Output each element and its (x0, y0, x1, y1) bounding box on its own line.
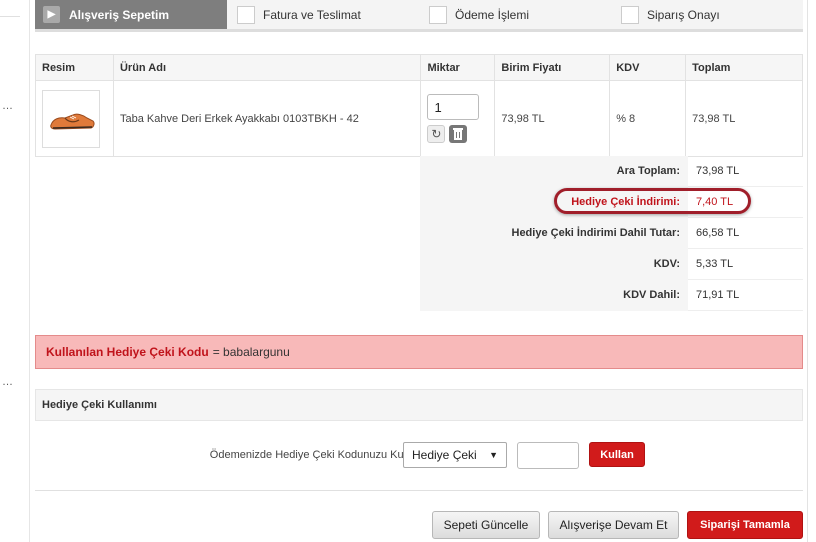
cart-table: Resim Ürün Adı Miktar Birim Fiyatı KDV T… (35, 54, 803, 157)
refresh-icon[interactable]: ↻ (427, 125, 446, 143)
step-billing-label: Fatura ve Teslimat (263, 7, 361, 22)
right-border (807, 0, 808, 542)
product-thumbnail[interactable] (42, 89, 100, 148)
product-name[interactable]: Taba Kahve Deri Erkek Ayakkabı 0103TBKH … (112, 80, 422, 157)
continue-shopping-button[interactable]: Alışverişe Devam Et (548, 511, 679, 539)
apply-gift-button[interactable]: Kullan (589, 442, 645, 467)
checkout-steps: ▶ Alışveriş Sepetim Fatura ve Teslimat Ö… (35, 0, 803, 32)
step-checkbox (237, 5, 255, 24)
alert-text: = babalargunu (212, 345, 290, 359)
gift-code-input[interactable] (517, 442, 579, 469)
col-image: Resim (35, 54, 114, 81)
left-gutter: … … (0, 0, 30, 542)
summary-grand-total: KDV Dahil: 71,91 TL (420, 279, 803, 311)
chevron-right-icon: ▶ (43, 6, 60, 23)
step-cart-label: Alışveriş Sepetim (69, 7, 170, 22)
product-image-cell (35, 80, 114, 157)
step-confirm[interactable]: Siparış Onayı (621, 0, 720, 29)
col-product: Ürün Adı (112, 54, 422, 81)
gift-code-alert: Kullanılan Hediye Çeki Kodu = babalargun… (35, 335, 803, 369)
summary-label: Ara Toplam: (420, 155, 688, 187)
update-cart-button[interactable]: Sepeti Güncelle (432, 511, 540, 539)
shoe-icon (50, 113, 95, 130)
summary-label: Hediye Çeki İndirimi Dahil Tutar: (420, 217, 688, 249)
gutter-line (0, 16, 20, 17)
col-quantity: Miktar (420, 54, 496, 81)
alert-keyword: Kullanılan Hediye Çeki Kodu (46, 345, 209, 359)
step-billing[interactable]: Fatura ve Teslimat (237, 0, 361, 29)
unit-price: 73,98 TL (494, 80, 611, 157)
col-total: Toplam (685, 54, 803, 81)
summary-label: KDV: (420, 248, 688, 280)
step-cart[interactable]: ▶ Alışveriş Sepetim (35, 0, 227, 29)
gift-type-value: Hediye Çeki (412, 448, 477, 462)
summary-discounted-total: Hediye Çeki İndirimi Dahil Tutar: 66,58 … (420, 217, 803, 249)
highlight-oval (554, 188, 751, 214)
order-summary: Ara Toplam: 73,98 TL Hediye Çeki İndirim… (420, 155, 803, 311)
divider (35, 490, 803, 491)
quantity-cell: ↻ (420, 80, 496, 157)
summary-value: 71,91 TL (688, 280, 803, 311)
summary-value: 73,98 TL (688, 156, 803, 187)
cart-header-row: Resim Ürün Adı Miktar Birim Fiyatı KDV T… (35, 54, 803, 81)
vat-rate: % 8 (609, 80, 687, 157)
step-checkbox (621, 5, 639, 24)
gutter-ellipsis: … (2, 100, 14, 112)
trash-icon[interactable] (449, 125, 468, 143)
summary-vat: KDV: 5,33 TL (420, 248, 803, 280)
gift-type-select[interactable]: Hediye Çeki ▼ (403, 442, 507, 468)
summary-value: 5,33 TL (688, 249, 803, 280)
step-confirm-label: Siparış Onayı (647, 7, 720, 22)
gutter-ellipsis: … (2, 376, 14, 388)
col-unit-price: Birim Fiyatı (494, 54, 611, 81)
step-payment[interactable]: Ödeme İşlemi (429, 0, 529, 29)
gift-code-label: Ödemenizde Hediye Çeki Kodunuzu Kullanın… (209, 449, 433, 461)
quantity-input[interactable] (427, 94, 480, 120)
line-total: 73,98 TL (685, 80, 803, 157)
table-row: Taba Kahve Deri Erkek Ayakkabı 0103TBKH … (35, 80, 803, 157)
step-checkbox (429, 5, 447, 24)
gift-code-form: Ödemenizde Hediye Çeki Kodunuzu Kullanın… (35, 440, 803, 470)
summary-label: KDV Dahil: (420, 279, 688, 311)
dropdown-arrow-icon: ▼ (489, 450, 498, 460)
gift-section-title: Hediye Çeki Kullanımı (35, 389, 803, 421)
step-payment-label: Ödeme İşlemi (455, 7, 530, 22)
summary-value: 66,58 TL (688, 218, 803, 249)
complete-order-button[interactable]: Siparişi Tamamla (687, 511, 803, 539)
summary-subtotal: Ara Toplam: 73,98 TL (420, 155, 803, 187)
col-vat: KDV (609, 54, 687, 81)
